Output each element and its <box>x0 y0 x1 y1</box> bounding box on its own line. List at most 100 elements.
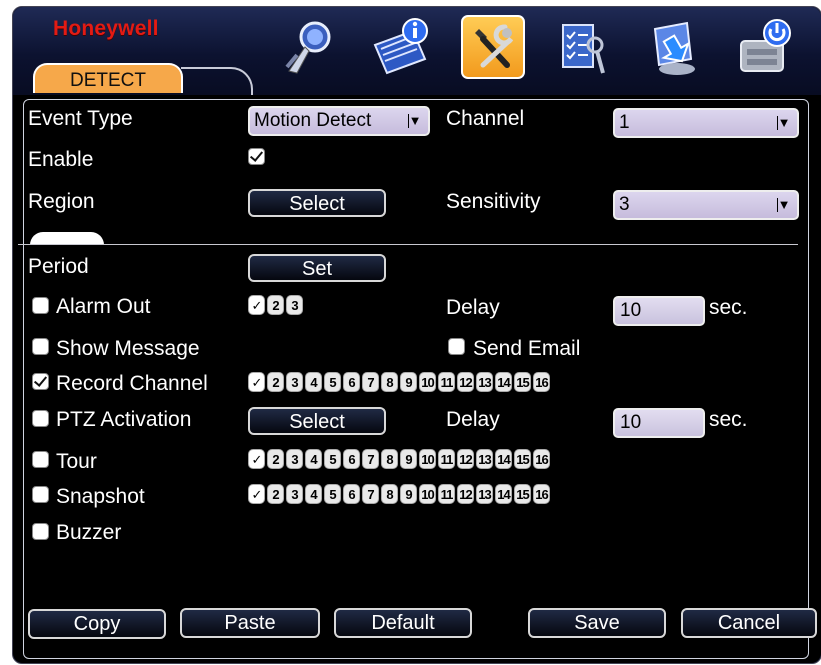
channel-chip[interactable]: 3 <box>286 372 303 392</box>
channel-chip[interactable]: 7 <box>362 372 379 392</box>
copy-button[interactable]: Copy <box>28 609 166 639</box>
channel-chip[interactable]: ✓ <box>248 372 265 392</box>
channel-chip[interactable]: 8 <box>381 484 398 504</box>
alarm-out-channel[interactable]: 2 <box>267 295 284 315</box>
backup-icon[interactable] <box>641 15 705 79</box>
alarm-out-channel[interactable]: 3 <box>286 295 303 315</box>
record-channel-checkbox[interactable] <box>32 373 49 390</box>
alarm-out-checkbox[interactable] <box>32 297 49 314</box>
brand-logo: Honeywell <box>53 17 159 40</box>
channel-chip[interactable]: 2 <box>267 449 284 469</box>
send-email-label: Send Email <box>473 337 581 360</box>
tour-channels: ✓ 2 3 4 5 6 7 8 9 10 11 12 13 14 15 16 <box>248 449 550 471</box>
channel-chip[interactable]: 6 <box>343 449 360 469</box>
channel-chip[interactable]: 9 <box>400 372 417 392</box>
channel-chip[interactable]: 16 <box>533 449 550 469</box>
period-label: Period <box>28 255 89 278</box>
default-button[interactable]: Default <box>334 608 472 638</box>
channel-chip[interactable]: 14 <box>495 372 512 392</box>
search-icon[interactable] <box>279 15 343 79</box>
enable-label: Enable <box>28 148 94 171</box>
chevron-down-icon: ▼ <box>775 114 793 132</box>
info-icon[interactable] <box>369 15 433 79</box>
delay-unit: sec. <box>709 296 748 319</box>
channel-chip[interactable]: 16 <box>533 484 550 504</box>
tab-detect[interactable]: DETECT <box>33 63 183 93</box>
channel-chip[interactable]: 13 <box>476 449 493 469</box>
channel-chip[interactable]: 4 <box>305 449 322 469</box>
channel-chip[interactable]: 13 <box>476 484 493 504</box>
channel-chip[interactable]: 10 <box>419 372 436 392</box>
channel-chip[interactable]: 11 <box>438 372 455 392</box>
snapshot-label: Snapshot <box>56 485 145 508</box>
period-set-button[interactable]: Set <box>248 254 386 282</box>
paste-button[interactable]: Paste <box>180 608 320 638</box>
snapshot-checkbox[interactable] <box>32 486 49 503</box>
channel-chip[interactable]: 12 <box>457 484 474 504</box>
channel-chip[interactable]: 11 <box>438 484 455 504</box>
channel-chip[interactable]: 15 <box>514 372 531 392</box>
channel-chip[interactable]: 7 <box>362 484 379 504</box>
channel-chip[interactable]: 16 <box>533 372 550 392</box>
buzzer-label: Buzzer <box>56 521 122 544</box>
event-type-select[interactable]: Motion Detect ▼ <box>248 106 430 136</box>
channel-chip[interactable]: 2 <box>267 372 284 392</box>
channel-chip[interactable]: 9 <box>400 449 417 469</box>
channel-chip[interactable]: 5 <box>324 449 341 469</box>
tab-detect-label: DETECT <box>70 70 146 91</box>
channel-chip[interactable]: 3 <box>286 449 303 469</box>
channel-chip[interactable]: 13 <box>476 372 493 392</box>
channel-chip[interactable]: ✓ <box>248 484 265 504</box>
channel-chip[interactable]: 5 <box>324 484 341 504</box>
channel-chip[interactable]: 5 <box>324 372 341 392</box>
detect-window: Honeywell DETECT <box>12 6 821 664</box>
channel-chip[interactable]: ✓ <box>248 449 265 469</box>
channel-chip[interactable]: 3 <box>286 484 303 504</box>
channel-chip[interactable]: 14 <box>495 484 512 504</box>
tour-label: Tour <box>56 450 97 473</box>
channel-chip[interactable]: 6 <box>343 484 360 504</box>
channel-chip[interactable]: 15 <box>514 449 531 469</box>
alarm-out-channel[interactable]: ✓ <box>248 295 265 315</box>
channel-chip[interactable]: 7 <box>362 449 379 469</box>
channel-chip[interactable]: 11 <box>438 449 455 469</box>
channel-chip[interactable]: 12 <box>457 449 474 469</box>
checklist-icon[interactable] <box>551 15 615 79</box>
region-label: Region <box>28 190 95 213</box>
channel-chip[interactable]: 9 <box>400 484 417 504</box>
channel-chip[interactable]: 10 <box>419 449 436 469</box>
chevron-down-icon: ▼ <box>406 112 424 130</box>
sensitivity-select[interactable]: 3 ▼ <box>613 190 799 220</box>
ptz-select-button[interactable]: Select <box>248 407 386 435</box>
channel-chip[interactable]: 8 <box>381 372 398 392</box>
channel-chip[interactable]: 15 <box>514 484 531 504</box>
shutdown-icon[interactable] <box>733 15 797 79</box>
channel-chip[interactable]: 6 <box>343 372 360 392</box>
enable-checkbox[interactable] <box>248 148 265 165</box>
tour-checkbox[interactable] <box>32 451 49 468</box>
buzzer-checkbox[interactable] <box>32 523 49 540</box>
cancel-button[interactable]: Cancel <box>681 608 817 638</box>
delay-input[interactable]: 10 <box>613 296 705 326</box>
top-bar: Honeywell DETECT <box>13 7 821 97</box>
region-select-button[interactable]: Select <box>248 189 386 217</box>
channel-chip[interactable]: 14 <box>495 449 512 469</box>
ptz-delay-input[interactable]: 10 <box>613 408 705 438</box>
channel-select[interactable]: 1 ▼ <box>613 108 799 138</box>
channel-chip[interactable]: 8 <box>381 449 398 469</box>
alarm-out-label: Alarm Out <box>56 295 151 318</box>
channel-chip[interactable]: 4 <box>305 484 322 504</box>
tab-edge <box>181 67 253 97</box>
channel-chip[interactable]: 10 <box>419 484 436 504</box>
ptz-activation-checkbox[interactable] <box>32 410 49 427</box>
save-button[interactable]: Save <box>528 608 666 638</box>
channel-chip[interactable]: 2 <box>267 484 284 504</box>
send-email-checkbox[interactable] <box>448 338 465 355</box>
tools-icon[interactable] <box>461 15 525 79</box>
channel-chip[interactable]: 12 <box>457 372 474 392</box>
record-channel-label: Record Channel <box>56 372 208 395</box>
ptz-activation-label: PTZ Activation <box>56 408 192 431</box>
channel-chip[interactable]: 4 <box>305 372 322 392</box>
show-message-checkbox[interactable] <box>32 338 49 355</box>
ptz-delay-unit: sec. <box>709 408 748 431</box>
